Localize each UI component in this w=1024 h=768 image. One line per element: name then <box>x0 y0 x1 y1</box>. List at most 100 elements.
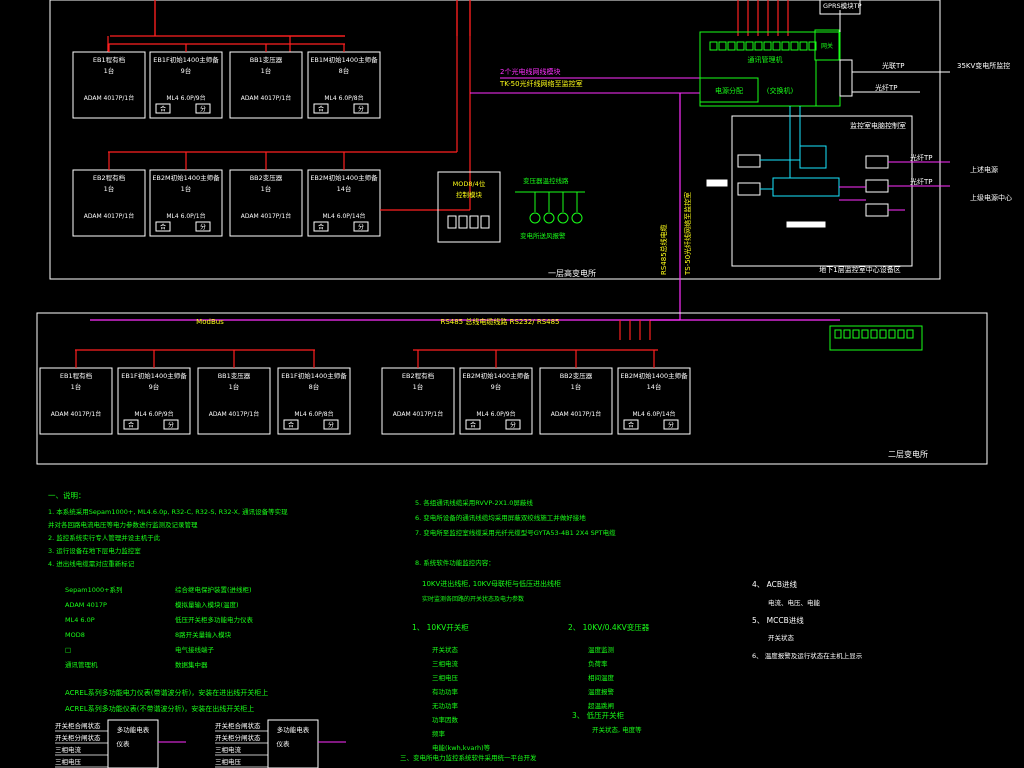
col1-item: 频率 <box>432 729 446 738</box>
unit-model: ML4 6.0P/14台 <box>322 212 365 220</box>
unit-title: EB2M初始1400主师备 <box>462 371 530 380</box>
unit-title: BB1变压器 <box>218 371 251 380</box>
electrical-diagram: 一层高变电所 EB1程有档 1台 ADAM 4017P/1台 EB1F初始1400主师备… <box>36 0 1012 768</box>
port-box <box>772 41 781 51</box>
alarm-icon <box>529 212 541 224</box>
comm-module-sublabel: TK-50光纤线网络至监控室 <box>499 79 583 88</box>
monitor-room-frame <box>731 115 913 267</box>
note-sub8c: 实时监测各回路的开关状态及电力参数 <box>422 595 524 603</box>
vertical-cable-label2: TS-50光纤线网络至监控室 <box>683 192 692 276</box>
unit-title: EB1程有档 <box>93 55 125 64</box>
bus-left-tag: ModBus <box>196 318 224 326</box>
col3-item1: 电流、电压、电能 <box>768 598 821 607</box>
unit-count: 1台 <box>571 382 582 391</box>
switch-off-label: 分 <box>328 421 334 429</box>
notes-footer: 三、变电所电力监控系统软件采用统一平台开发 <box>400 753 537 762</box>
switch-on-label: 合 <box>470 421 476 429</box>
port-box <box>718 41 727 51</box>
switch-off-label: 分 <box>510 421 516 429</box>
port-box <box>709 41 718 51</box>
col1-item: 电能(kwh,kvarh)等 <box>432 743 491 752</box>
port-box <box>879 329 887 339</box>
unit-title: EB1F初始1400主师备 <box>153 55 219 64</box>
terminal-box <box>480 215 490 229</box>
note-line: 1. 本系统采用Sepam1000+, ML4.6.0p, R32-C, R32… <box>48 507 288 516</box>
unit-title: EB2M初始1400主师备 <box>310 173 378 182</box>
unit-model: ML4 6.0P/8台 <box>294 410 333 418</box>
col1-item: 有功功率 <box>432 687 459 696</box>
mini-meter-title: 多功能电表 <box>277 725 310 734</box>
bus-center-text: RS485 总线电缆线路 RS232/ RS485 <box>440 317 559 326</box>
col2-item: 温度报警 <box>588 687 615 696</box>
port-box <box>861 329 869 339</box>
fiber-box <box>839 59 853 97</box>
note-sub8: 8. 系统软件功能监控内容： <box>415 558 495 567</box>
col3-item2: 开关状态 <box>768 633 795 642</box>
switch-on-label: 合 <box>628 421 634 429</box>
mini-line-label: 三相电流 <box>215 745 242 754</box>
legend-key: □ <box>65 646 71 654</box>
legend-desc: 8路开关量输入模块 <box>175 630 232 639</box>
substation2-label: 二层变电所 <box>888 449 928 459</box>
switch-on-label: 合 <box>318 105 324 113</box>
terminal-box <box>469 215 479 229</box>
terminal-box <box>447 215 457 229</box>
unit-title: EB1F初始1400主师备 <box>281 371 347 380</box>
port-box <box>843 329 851 339</box>
legend-key: 通讯管理机 <box>65 660 98 669</box>
note-bold2: ACREL系列多功能仪表(不带谐波分析)，安装在出线开关柜上 <box>65 704 254 713</box>
comm-module-label: 2个光电线网线模块 <box>500 67 560 76</box>
mini-line-label: 三相电压 <box>55 757 82 766</box>
computer-box <box>772 177 840 197</box>
device-box <box>737 182 761 196</box>
fiber-tp-label: 光联TP <box>882 61 905 70</box>
port-box <box>781 41 790 51</box>
unit-model: ADAM 4017P/1台 <box>241 212 292 220</box>
switch-off-label: 分 <box>668 421 674 429</box>
col3-title1: 4、 ACB进线 <box>752 579 798 589</box>
unit-count: 1台 <box>104 66 115 75</box>
note-line: 2. 监控系统实行专人管理并设主机于此 <box>48 533 161 542</box>
modbus-subtitle: 控制模块 <box>456 190 483 199</box>
unit-model: ML4 6.0P/9台 <box>166 94 205 102</box>
unit-model: ML4 6.0P/9台 <box>134 410 173 418</box>
monitor-room-caption: 地下1层监控室中心设备区 <box>819 265 900 274</box>
unit-title: EB2M初始1400主师备 <box>620 371 688 380</box>
mini-line-label: 开关柜分闸状态 <box>215 733 261 742</box>
unit-title: EB1M初始1400主师备 <box>310 55 378 64</box>
unit-title: EB1程有档 <box>60 371 92 380</box>
port-box <box>790 41 799 51</box>
legend-key: MOD8 <box>65 631 85 639</box>
switch-off-label: 分 <box>358 223 364 231</box>
alarm-icon <box>543 212 555 224</box>
mini-meter-sub: 仪表 <box>117 739 131 748</box>
col3-title2: 5、 MCCB进线 <box>752 615 804 625</box>
col3-title3: 6、 温度报警及运行状态在主机上显示 <box>752 651 863 660</box>
unit-title: BB1变压器 <box>250 55 283 64</box>
gateway-sub-label: 网关 <box>821 42 833 50</box>
unit-model: ML4 6.0P/14台 <box>632 410 675 418</box>
output-box <box>865 179 889 193</box>
note-line: 3. 运行设备在地下层电力监控室 <box>48 546 141 555</box>
switch-on-label: 合 <box>318 223 324 231</box>
col1-item: 三相电压 <box>432 673 459 682</box>
unit-model: ML4 6.0P/8台 <box>324 94 363 102</box>
router-box <box>815 59 841 107</box>
modem-label: (交换机) <box>767 86 794 95</box>
switch-on-label: 合 <box>128 421 134 429</box>
legend-desc: 数据集中器 <box>175 660 208 669</box>
unit-count: 1台 <box>181 184 192 193</box>
unit-title: EB2M初始1400主师备 <box>152 173 220 182</box>
unit-count: 1台 <box>261 66 272 75</box>
note-right-line: 6. 变电所设备的通讯线缆均采用屏蔽双绞线施工并做好接地 <box>415 513 586 522</box>
switch-off-label: 分 <box>200 105 206 113</box>
unit-model: ADAM 4017P/1台 <box>393 410 444 418</box>
mini-line-label: 开关柜合闸状态 <box>55 721 101 730</box>
unit-count: 9台 <box>491 382 502 391</box>
mini-meter-title: 多功能电表 <box>117 725 150 734</box>
unit-count: 1台 <box>261 184 272 193</box>
legend-desc: 模拟量输入模块(温度) <box>175 600 239 609</box>
col2b-title: 3、 低压开关柜 <box>572 710 625 720</box>
substation1-label: 一层高变电所 <box>548 268 596 278</box>
gateway-top-label: GPRS模块TP <box>823 1 862 10</box>
